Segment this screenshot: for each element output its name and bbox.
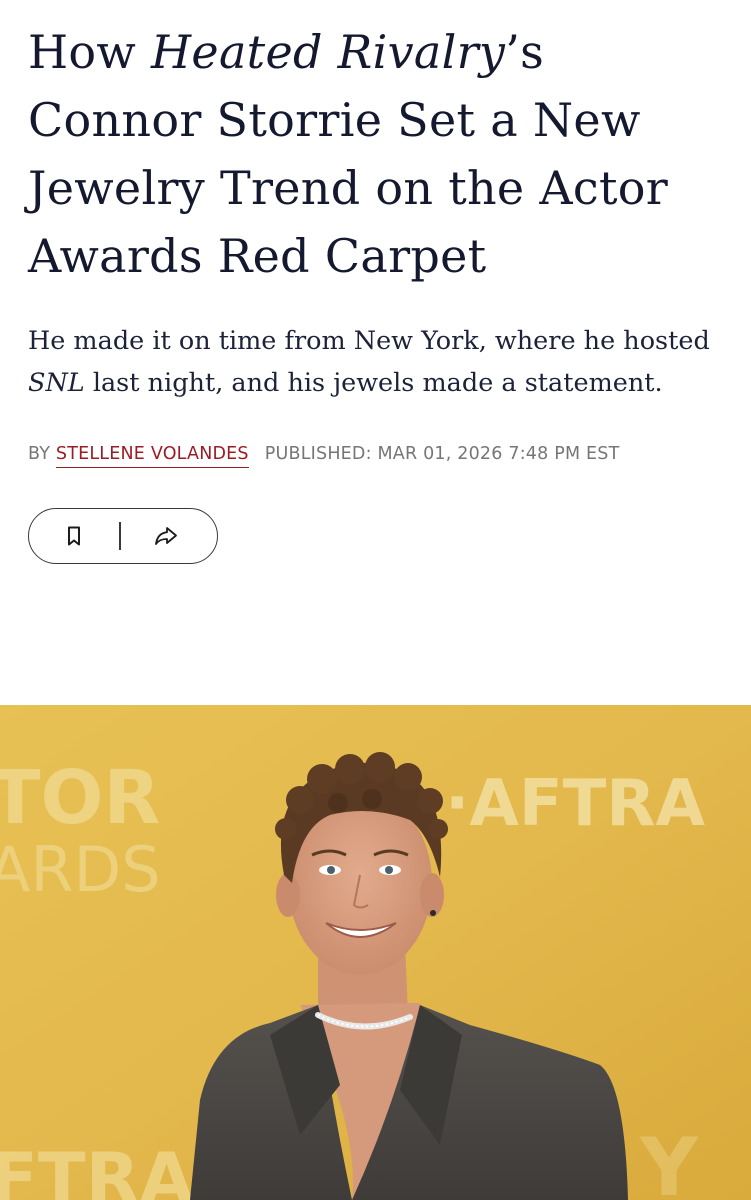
article-actions <box>28 508 218 564</box>
bookmark-icon <box>68 526 80 546</box>
headline-text-start: How <box>28 25 152 79</box>
article-headline: How Heated Rivalry’s Connor Storrie Set … <box>28 0 728 290</box>
backdrop-text-bottom-right: Y <box>639 1121 699 1200</box>
backdrop-text-left-1: TOR <box>0 755 160 841</box>
article-dek: He made it on time from New York, where … <box>28 320 728 404</box>
dek-text-start: He made it on time from New York, where … <box>28 326 710 356</box>
bookmark-button[interactable] <box>29 509 119 563</box>
backdrop-text-right: ·AFTRA <box>445 767 706 841</box>
share-button[interactable] <box>121 509 211 563</box>
dek-show-title: SNL <box>28 368 85 398</box>
hero-image: TOR ARDS ·AFTRA FTRA Y <box>0 705 751 1200</box>
backdrop-text-bottom-left: FTRA <box>0 1138 194 1200</box>
share-icon <box>154 527 177 545</box>
byline-prefix: BY <box>28 444 56 464</box>
byline: BY STELLENE VOLANDES PUBLISHED: MAR 01, 2… <box>28 444 723 468</box>
dek-text-end: last night, and his jewels made a statem… <box>84 368 663 398</box>
published-date: PUBLISHED: MAR 01, 2026 7:48 PM EST <box>264 444 620 464</box>
author-link[interactable]: STELLENE VOLANDES <box>55 444 249 468</box>
article-header: How Heated Rivalry’s Connor Storrie Set … <box>0 0 751 564</box>
hero-photo: TOR ARDS ·AFTRA FTRA Y <box>0 705 751 1200</box>
backdrop-text-left-2: ARDS <box>0 833 161 906</box>
headline-show-title: Heated Rivalry <box>151 25 506 79</box>
